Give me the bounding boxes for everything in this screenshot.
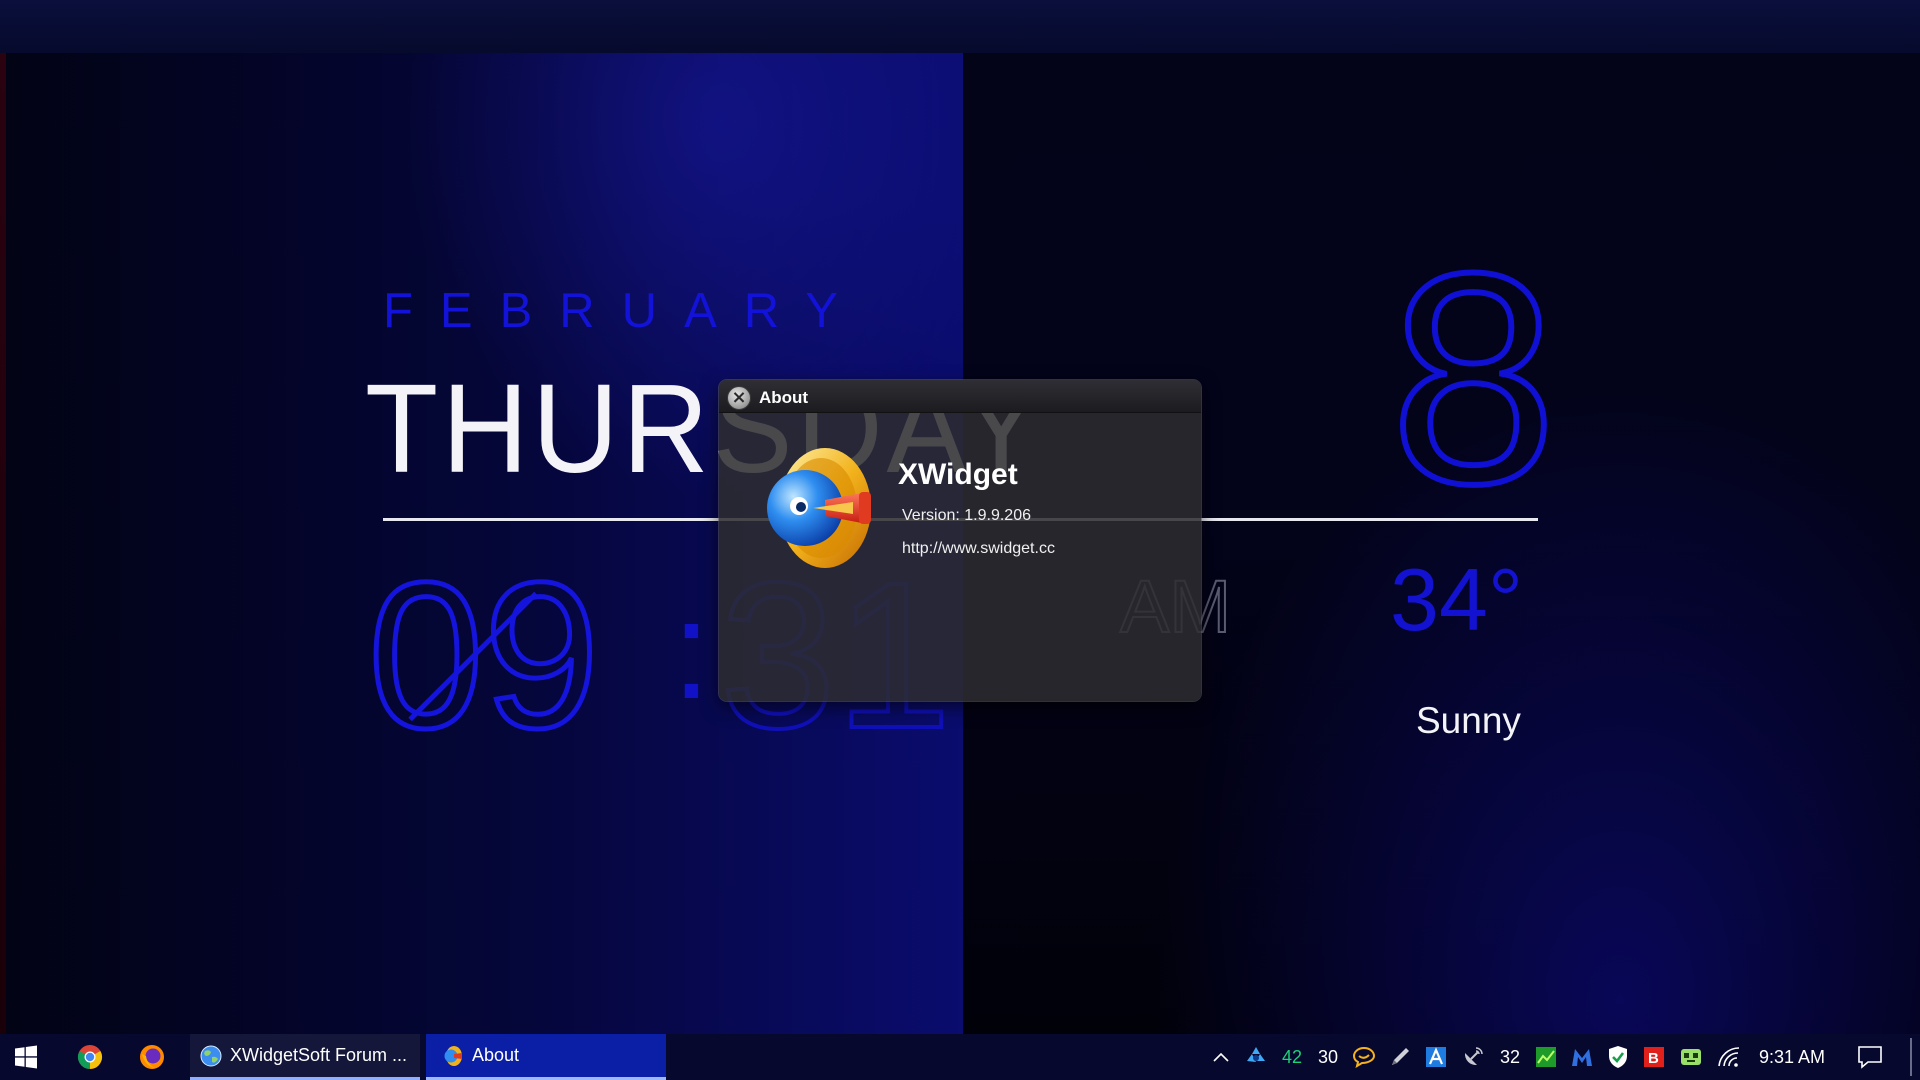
about-title: About (759, 388, 809, 407)
about-titlebar[interactable]: × About (719, 380, 1201, 413)
task-label: About (472, 1045, 520, 1065)
tray-overflow-button[interactable] (1206, 1034, 1236, 1080)
tray-bitdefender-app[interactable]: B (1638, 1034, 1670, 1080)
chat-bubble-icon (1352, 1046, 1376, 1068)
taskbar: XWidgetSoft Forum ... About 42 30 32 B 9… (0, 1034, 1920, 1080)
action-center-button[interactable] (1848, 1034, 1892, 1080)
shield-icon (1609, 1046, 1627, 1068)
tray-defender-app[interactable] (1602, 1034, 1634, 1080)
tray-chat-app[interactable] (1348, 1034, 1380, 1080)
taskbar-task-about[interactable]: About (426, 1034, 666, 1080)
green-grid-icon (1536, 1047, 1556, 1067)
xwidget-small-icon (444, 1045, 462, 1066)
globe-icon (200, 1045, 222, 1066)
tray-monitor-app[interactable] (1530, 1034, 1562, 1080)
wallpaper-left-edge (0, 53, 6, 1034)
about-website-link[interactable]: http://www.swidget.cc (902, 540, 1055, 558)
tray-pen-app[interactable] (1384, 1034, 1416, 1080)
tray-value-1[interactable]: 42 (1276, 1034, 1308, 1080)
chrome-icon (77, 1045, 103, 1069)
tray-malwarebytes-app[interactable] (1566, 1034, 1598, 1080)
tray-value-text: 32 (1499, 1046, 1521, 1067)
widget-weather-condition: Sunny (1416, 700, 1521, 741)
widget-hour-digits: 09 (365, 540, 601, 772)
robot-face-icon (1681, 1049, 1701, 1065)
desktop: FEBRUARY THURSDAY 8 09 : 31 AM 34° Sunny… (0, 0, 1920, 1034)
red-b-icon: B (1644, 1047, 1664, 1067)
chrome-taskbar-button[interactable] (66, 1034, 114, 1080)
tray-value-text: 42 (1281, 1046, 1303, 1067)
tray-value-text: 30 (1317, 1046, 1339, 1067)
show-desktop-button[interactable] (1910, 1038, 1912, 1076)
about-dialog[interactable]: × About XWidget Version: 1.9.9.206 http:… (719, 380, 1201, 701)
chevron-up-icon (1213, 1052, 1229, 1062)
close-icon[interactable]: × (727, 386, 751, 410)
widget-hour: 09 (365, 540, 601, 772)
firefox-icon (140, 1045, 164, 1069)
widget-time-colon: : (672, 571, 711, 728)
windows-logo-icon (15, 1045, 37, 1069)
tray-value-3[interactable]: 32 (1494, 1034, 1526, 1080)
desktop-top-band (0, 0, 1920, 53)
malwarebytes-icon (1572, 1049, 1592, 1066)
tray-network[interactable] (1712, 1034, 1746, 1080)
xwidget-logo-icon (767, 448, 871, 568)
widget-day-number: 8 (1387, 210, 1560, 546)
tray-satellite-app[interactable] (1456, 1034, 1490, 1080)
tray-robot-app[interactable] (1674, 1034, 1708, 1080)
about-app-name: XWidget (898, 458, 1018, 491)
tray-clock[interactable]: 9:31 AM (1750, 1034, 1834, 1080)
tray-value-2[interactable]: 30 (1312, 1034, 1344, 1080)
svg-text:B: B (1648, 1050, 1659, 1067)
start-button[interactable] (0, 1034, 52, 1080)
recycle-icon (1247, 1047, 1265, 1062)
widget-month: FEBRUARY (383, 284, 865, 338)
notification-icon (1858, 1046, 1882, 1069)
about-version: Version: 1.9.9.206 (902, 507, 1031, 524)
font-a-icon (1426, 1047, 1446, 1067)
widget-temperature: 34° (1390, 550, 1524, 649)
pen-icon (1392, 1048, 1409, 1065)
tray-recycle-app[interactable] (1240, 1034, 1272, 1080)
tray-font-app[interactable] (1420, 1034, 1452, 1080)
taskbar-task-forum[interactable]: XWidgetSoft Forum ... (190, 1034, 420, 1080)
wifi-icon (1718, 1047, 1740, 1067)
task-label: XWidgetSoft Forum ... (230, 1045, 408, 1065)
satellite-dish-icon (1464, 1047, 1483, 1066)
firefox-taskbar-button[interactable] (128, 1034, 176, 1080)
